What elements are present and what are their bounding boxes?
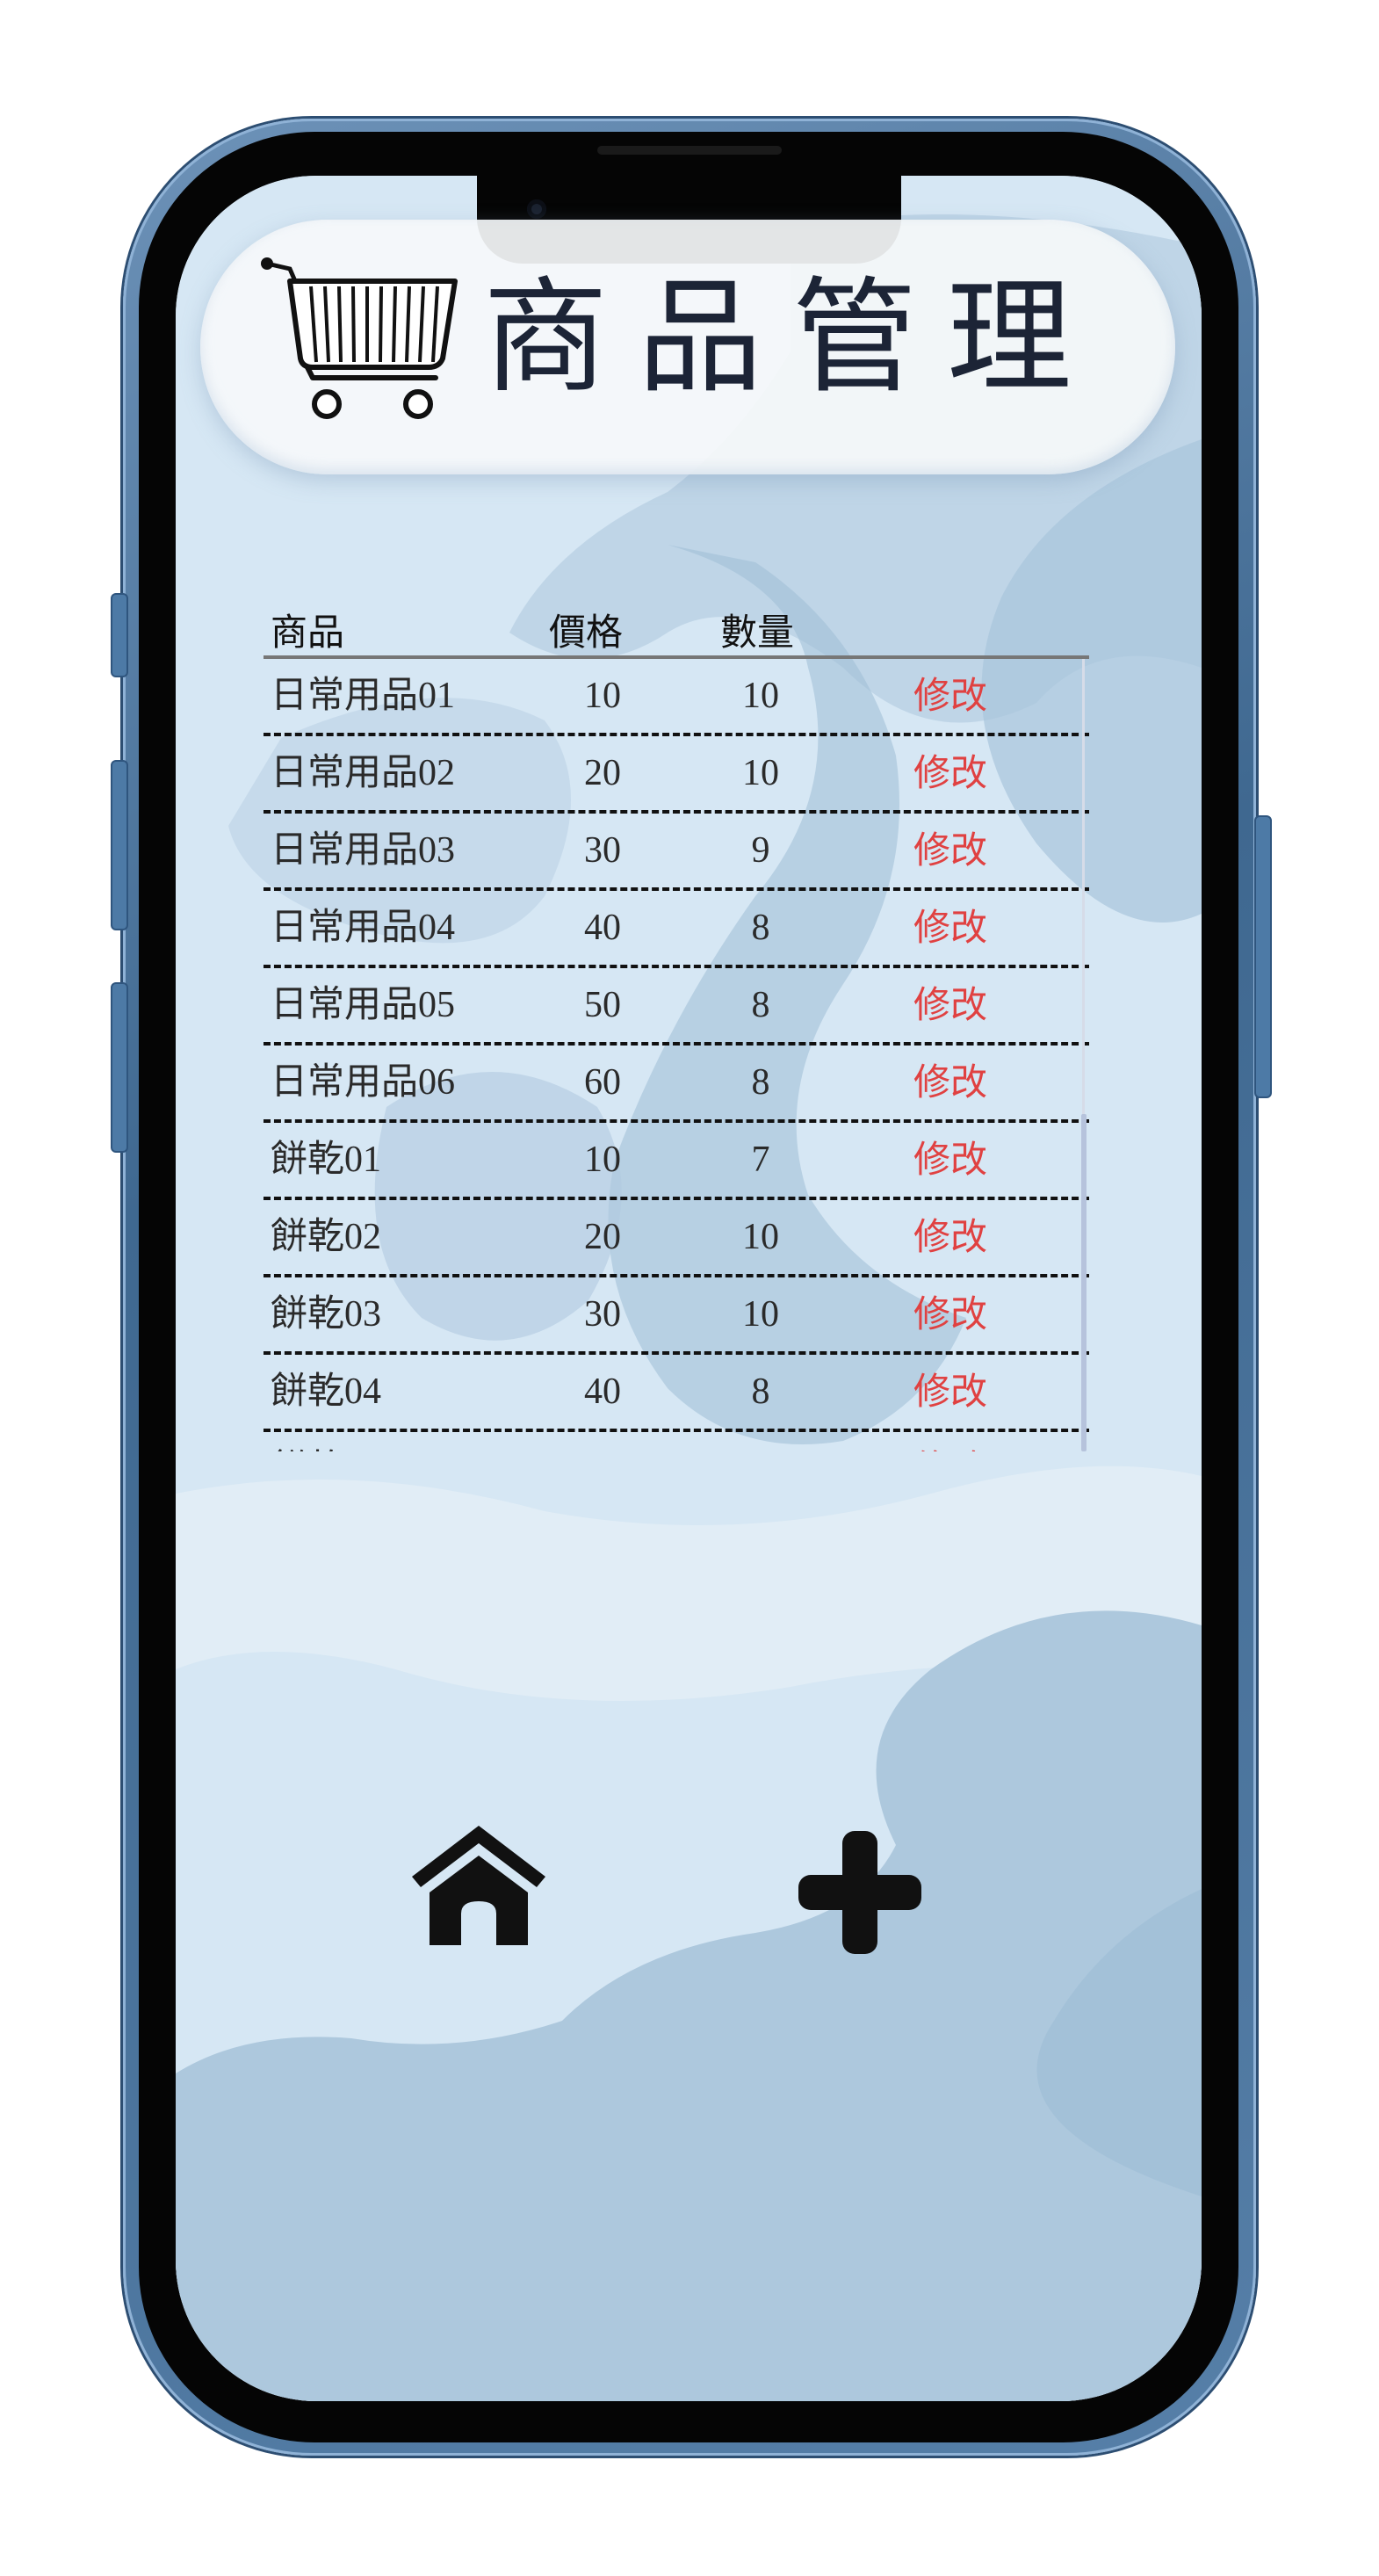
table-scrollbar-thumb[interactable] bbox=[1081, 1114, 1087, 1451]
product-table[interactable]: 商品 價格 數量 日常用品01 10 10 修改 日常用品02 20 10 修改 日常用品03 3… bbox=[264, 571, 1089, 1451]
page-title: 商品管理 bbox=[483, 265, 1101, 410]
product-quantity: 10 bbox=[742, 1294, 779, 1335]
product-price: 50 bbox=[584, 985, 621, 1025]
table-row: 餅乾03 30 10 修改 bbox=[264, 1277, 1089, 1355]
product-name: 日常用品06 bbox=[271, 1062, 456, 1103]
home-icon[interactable] bbox=[408, 1819, 549, 1950]
table-row: 日常用品06 60 8 修改 bbox=[264, 1046, 1089, 1123]
product-name: 餅乾05 bbox=[271, 1444, 381, 1451]
product-name: 日常用品04 bbox=[271, 908, 456, 948]
product-price: 50 bbox=[571, 1444, 634, 1451]
front-camera bbox=[527, 199, 546, 219]
product-quantity: 8 bbox=[751, 1371, 770, 1412]
product-price: 30 bbox=[584, 830, 621, 871]
product-price: 40 bbox=[584, 1371, 621, 1412]
edit-button[interactable]: 修改 bbox=[913, 1135, 987, 1184]
table-row: 日常用品02 20 10 修改 bbox=[264, 736, 1089, 814]
table-row: 餅乾02 20 10 修改 bbox=[264, 1200, 1089, 1277]
product-price: 30 bbox=[584, 1294, 621, 1335]
edit-button[interactable]: 修改 bbox=[913, 1444, 987, 1451]
product-price: 20 bbox=[584, 753, 621, 793]
plus-icon[interactable] bbox=[795, 1827, 925, 1957]
edit-button[interactable]: 修改 bbox=[913, 1212, 987, 1262]
silent-switch bbox=[111, 593, 128, 677]
product-quantity: 9 bbox=[751, 830, 770, 871]
product-name: 日常用品01 bbox=[271, 676, 456, 716]
product-name: 日常用品03 bbox=[271, 830, 456, 871]
table-row: 日常用品05 50 8 修改 bbox=[264, 968, 1089, 1046]
table-row: 餅乾05 50 8 修改 bbox=[264, 1432, 1089, 1451]
edit-button[interactable]: 修改 bbox=[913, 980, 987, 1030]
product-name: 餅乾01 bbox=[271, 1140, 382, 1180]
product-quantity: 8 bbox=[751, 985, 770, 1025]
product-price: 10 bbox=[584, 1140, 621, 1180]
product-quantity: 10 bbox=[742, 676, 779, 716]
product-price: 60 bbox=[584, 1062, 621, 1103]
power-button bbox=[1254, 815, 1272, 1098]
product-name: 餅乾03 bbox=[271, 1294, 382, 1335]
shopping-cart-icon bbox=[261, 257, 458, 419]
product-quantity: 10 bbox=[742, 1217, 779, 1257]
product-price: 40 bbox=[584, 908, 621, 948]
edit-button[interactable]: 修改 bbox=[913, 1367, 987, 1416]
edit-button[interactable]: 修改 bbox=[913, 1058, 987, 1107]
product-quantity: 8 bbox=[751, 1062, 770, 1103]
product-name: 日常用品02 bbox=[271, 753, 456, 793]
volume-down-button bbox=[111, 982, 128, 1153]
edit-button[interactable]: 修改 bbox=[913, 826, 987, 875]
table-row: 餅乾04 40 8 修改 bbox=[264, 1355, 1089, 1432]
edit-button[interactable]: 修改 bbox=[913, 671, 987, 720]
phone-speaker bbox=[597, 146, 782, 155]
product-quantity: 8 bbox=[729, 1444, 792, 1451]
table-row: 日常用品01 10 10 修改 bbox=[264, 659, 1089, 736]
column-header-price: 價格 bbox=[549, 611, 624, 654]
table-body: 日常用品01 10 10 修改 日常用品02 20 10 修改 日常用品03 30 9 修改 日常用品0… bbox=[264, 659, 1089, 1451]
edit-button[interactable]: 修改 bbox=[913, 903, 987, 952]
edit-button[interactable]: 修改 bbox=[913, 749, 987, 798]
product-name: 餅乾04 bbox=[271, 1371, 382, 1412]
table-row: 日常用品04 40 8 修改 bbox=[264, 891, 1089, 968]
product-name: 日常用品05 bbox=[271, 985, 456, 1025]
product-quantity: 10 bbox=[742, 753, 779, 793]
product-quantity: 7 bbox=[751, 1140, 770, 1180]
product-quantity: 8 bbox=[751, 908, 770, 948]
product-name: 餅乾02 bbox=[271, 1217, 382, 1257]
column-header-quantity: 數量 bbox=[720, 611, 795, 654]
volume-up-button bbox=[111, 760, 128, 930]
edit-button[interactable]: 修改 bbox=[913, 1290, 987, 1339]
product-price: 10 bbox=[584, 676, 621, 716]
column-header-product: 商品 bbox=[271, 611, 345, 654]
product-price: 20 bbox=[584, 1217, 621, 1257]
table-row: 日常用品03 30 9 修改 bbox=[264, 814, 1089, 891]
table-row: 餅乾01 10 7 修改 bbox=[264, 1123, 1089, 1200]
